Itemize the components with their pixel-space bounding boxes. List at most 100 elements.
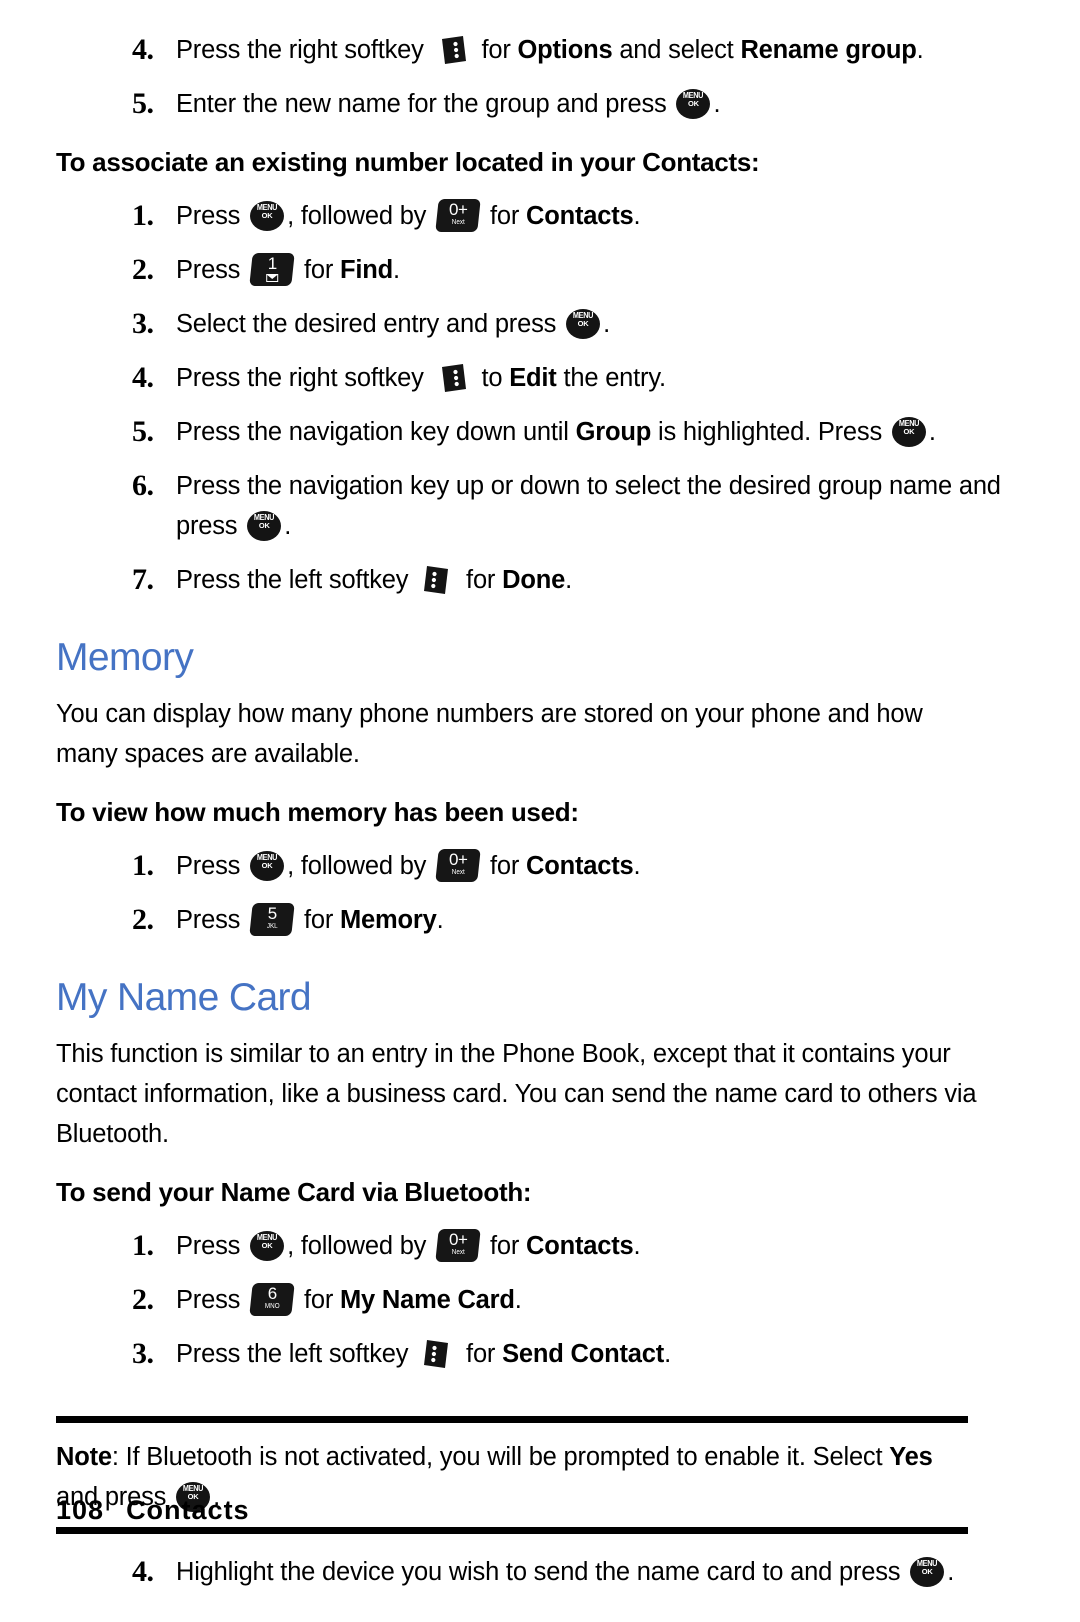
key-0-next-sublabel: Next [451,869,465,876]
procedure-step: 3. Select the desired entry and press MEN… [56,304,1024,344]
menu-ok-key-line1: MENU [256,1233,278,1242]
body-text: . [393,256,400,284]
emphasis-text: Contacts [526,202,634,230]
body-text: Press the navigation key up or down to s… [176,472,1001,540]
key-1-mail-icon: 1 [249,253,295,286]
body-text: , followed by [287,1232,434,1260]
procedure-heading: To send your Name Card via Bluetooth: [56,1177,532,1207]
menu-ok-key-icon: MENU OK [566,309,601,339]
emphasis-text: Contacts [526,1232,634,1260]
procedure-step-list: 4. Press the right softkey for Options an… [56,30,1024,124]
key-0-next-digit: 0+ [449,850,468,869]
procedure-step: 1. Press MENU OK, followed by 0+ Next for C… [56,196,1024,236]
menu-ok-key-line1: MENU [182,1484,204,1493]
key-1-mail-digit: 1 [267,254,277,273]
body-text: . [603,310,610,338]
body-text: , followed by [287,202,434,230]
menu-ok-key-line1: MENU [898,419,920,428]
step-number: 2. [132,1283,154,1316]
procedure-step: 4. Highlight the device you wish to send … [56,1552,1024,1592]
menu-ok-key-icon: MENU OK [891,417,926,447]
procedure-step: 1. Press MENU OK, followed by 0+ Next for C… [56,1226,1024,1266]
footer-section-name: Contacts [126,1495,250,1525]
step-text: Press 6 MNO for My Name Card. [176,1280,1024,1320]
key-0-next-sublabel: Next [451,1249,465,1256]
key-0-next-digit: 0+ [449,1230,468,1249]
key-0-next-inner: 0+ Next [437,1229,479,1257]
body-paragraph: You can display how many phone numbers a… [56,700,923,768]
procedure-step: 1. Press MENU OK, followed by 0+ Next for C… [56,846,1024,886]
step-number: 4. [132,1555,154,1588]
section-heading: My Name Card [56,976,312,1019]
key-6-mno-icon: 6 MNO [249,1283,295,1316]
step-number: 6. [132,469,154,502]
step-text: Press the left softkey for Send Contact. [176,1334,1024,1374]
body-text: . [928,418,936,446]
body-text: : If Bluetooth is not activated, you wil… [111,1443,890,1471]
body-text: . [284,512,292,540]
manual-page: 4. Press the right softkey for Options an… [0,0,1080,1622]
right-softkey-icon [436,363,470,393]
body-text: . [633,202,641,230]
step-text: Press 5 JKL for Memory. [176,900,1024,940]
step-number: 7. [132,563,154,596]
emphasis-text: Options [517,36,613,64]
procedure-step: 2. Press 5 JKL for Memory. [56,900,1024,940]
body-text: for [297,906,341,934]
key-6-mno-sublabel: MNO [264,1303,280,1310]
body-text: Highlight the device you wish to send th… [176,1558,908,1586]
emphasis-text: My Name Card [340,1286,515,1314]
step-number: 5. [132,87,154,120]
step-text: Press the navigation key up or down to s… [176,466,1024,546]
body-text: . [664,1340,671,1368]
page-content: 4. Press the right softkey for Options an… [0,0,1080,1592]
menu-ok-key-line1: MENU [256,203,278,212]
body-text: . [436,906,444,934]
key-1-mail-inner: 1 [251,253,293,282]
body-text: Press the navigation key down until [176,418,576,446]
step-text: Press the right softkey for Options and … [176,30,1024,70]
emphasis-text: Done [502,566,566,594]
footer-page-number: 108 [56,1495,105,1525]
body-text: . [947,1558,955,1586]
body-text: for [297,256,341,284]
procedure-step: 2. Press 1 for Find. [56,250,1024,290]
procedure-step: 5. Press the navigation key down until Gr… [56,412,1024,452]
step-text: Press MENU OK, followed by 0+ Next for Con… [176,1226,1024,1266]
body-text: . [713,90,721,118]
emphasis-text: Rename group [740,36,917,64]
step-number: 1. [132,1229,154,1262]
step-number: 3. [132,307,154,340]
procedure-step: 3. Press the left softkey for Send Contac… [56,1334,1024,1374]
procedure-step-list: 1. Press MENU OK, followed by 0+ Next for C… [56,1226,1024,1374]
menu-ok-key-icon: MENU OK [247,511,282,541]
key-0-next-inner: 0+ Next [437,199,479,227]
key-5-jkl-digit: 5 [267,904,277,923]
key-6-mno-digit: 6 [267,1284,277,1303]
body-text: is highlighted. Press [651,418,889,446]
procedure-step-list: 4. Highlight the device you wish to send … [56,1552,1024,1592]
key-0-next-icon: 0+ Next [435,199,481,232]
step-text: Highlight the device you wish to send th… [176,1552,1024,1592]
emphasis-text: Note [56,1443,112,1471]
procedure-heading: To associate an existing number located … [56,147,760,177]
key-0-next-sublabel: Next [451,219,465,226]
body-text: Press the left softkey [176,566,416,594]
procedure-step: 4. Press the right softkey for Options an… [56,30,1024,70]
body-text: . [514,1286,522,1314]
procedure-step: 6. Press the navigation key up or down to… [56,466,1024,546]
body-text: Select the desired entry and press [176,310,564,338]
step-number: 4. [132,361,154,394]
body-text: for [474,36,518,64]
key-0-next-icon: 0+ Next [435,849,481,882]
step-text: Press the left softkey for Done. [176,560,1024,600]
procedure-step: 2. Press 6 MNO for My Name Card. [56,1280,1024,1320]
body-text: for [483,202,527,230]
body-text: Press the right softkey [176,364,431,392]
body-text: . [633,1232,641,1260]
emphasis-text: Memory [340,906,437,934]
emphasis-text: Yes [889,1443,933,1471]
step-text: Press the right softkey to Edit the entr… [176,358,1024,398]
menu-ok-key-line1: MENU [256,853,278,862]
body-text: and select [612,36,741,64]
